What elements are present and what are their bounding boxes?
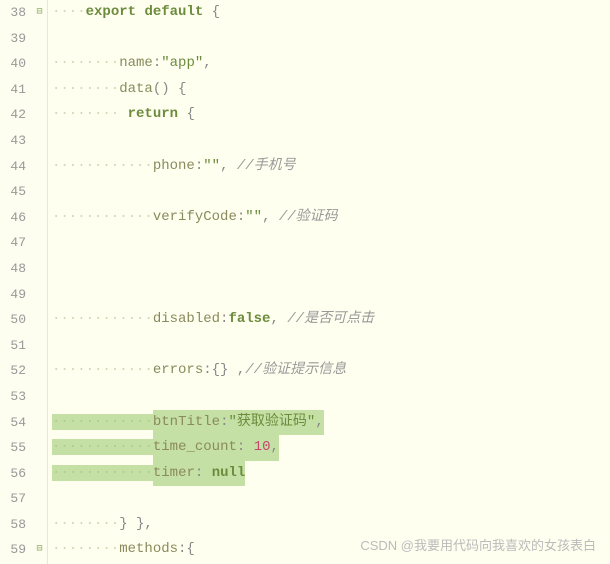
code-line[interactable]: ············timer: null <box>52 461 610 487</box>
line-number: 51 <box>0 333 26 359</box>
line-number: 54 <box>0 410 26 436</box>
fold-marker <box>32 230 47 256</box>
code-area[interactable]: ····export default {········name:"app",·… <box>48 0 610 564</box>
line-number: 47 <box>0 230 26 256</box>
fold-marker <box>32 77 47 103</box>
line-number: 44 <box>0 154 26 180</box>
line-number-gutter: 3839404142434445464748495051525354555657… <box>0 0 32 564</box>
code-line[interactable]: ············time_count: 10, <box>52 435 610 461</box>
fold-marker <box>32 102 47 128</box>
line-number: 42 <box>0 102 26 128</box>
code-line[interactable]: ············phone:"", //手机号 <box>52 154 610 180</box>
line-number: 53 <box>0 384 26 410</box>
code-line[interactable] <box>52 230 610 256</box>
code-line[interactable]: ····export default { <box>52 0 610 26</box>
code-line[interactable]: ············disabled:false, //是否可点击 <box>52 307 610 333</box>
fold-marker <box>32 333 47 359</box>
code-line[interactable] <box>52 179 610 205</box>
fold-marker <box>32 179 47 205</box>
code-line[interactable] <box>52 128 610 154</box>
fold-marker <box>32 26 47 52</box>
code-line[interactable]: ············errors:{} ,//验证提示信息 <box>52 358 610 384</box>
line-number: 58 <box>0 512 26 538</box>
code-line[interactable]: ········ return { <box>52 102 610 128</box>
code-line[interactable] <box>52 282 610 308</box>
code-line[interactable]: ········data() { <box>52 77 610 103</box>
code-line[interactable] <box>52 384 610 410</box>
line-number: 45 <box>0 179 26 205</box>
fold-marker <box>32 282 47 308</box>
line-number: 48 <box>0 256 26 282</box>
fold-marker <box>32 307 47 333</box>
fold-marker[interactable]: ⊟ <box>32 0 47 26</box>
code-editor[interactable]: 3839404142434445464748495051525354555657… <box>0 0 610 564</box>
line-number: 43 <box>0 128 26 154</box>
fold-marker <box>32 51 47 77</box>
line-number: 41 <box>0 77 26 103</box>
line-number: 46 <box>0 205 26 231</box>
fold-marker <box>32 358 47 384</box>
fold-marker <box>32 435 47 461</box>
line-number: 56 <box>0 461 26 487</box>
fold-marker <box>32 486 47 512</box>
line-number: 40 <box>0 51 26 77</box>
line-number: 38 <box>0 0 26 26</box>
line-number: 52 <box>0 358 26 384</box>
code-line[interactable] <box>52 256 610 282</box>
code-line[interactable] <box>52 486 610 512</box>
fold-marker <box>32 128 47 154</box>
fold-gutter: ⊟⊟ <box>32 0 48 564</box>
code-line[interactable]: ········} }, <box>52 512 610 538</box>
code-line[interactable]: ········methods:{ <box>52 537 610 563</box>
line-number: 50 <box>0 307 26 333</box>
line-number: 49 <box>0 282 26 308</box>
fold-marker <box>32 154 47 180</box>
line-number: 55 <box>0 435 26 461</box>
fold-marker <box>32 384 47 410</box>
code-line[interactable]: ············btnTitle:"获取验证码", <box>52 410 610 436</box>
line-number: 59 <box>0 537 26 563</box>
line-number: 39 <box>0 26 26 52</box>
fold-marker <box>32 512 47 538</box>
line-number: 57 <box>0 486 26 512</box>
fold-marker <box>32 205 47 231</box>
fold-marker <box>32 256 47 282</box>
code-line[interactable]: ········name:"app", <box>52 51 610 77</box>
code-line[interactable] <box>52 26 610 52</box>
fold-marker <box>32 410 47 436</box>
code-line[interactable]: ············verifyCode:"", //验证码 <box>52 205 610 231</box>
code-line[interactable] <box>52 333 610 359</box>
fold-marker[interactable]: ⊟ <box>32 537 47 563</box>
fold-marker <box>32 461 47 487</box>
